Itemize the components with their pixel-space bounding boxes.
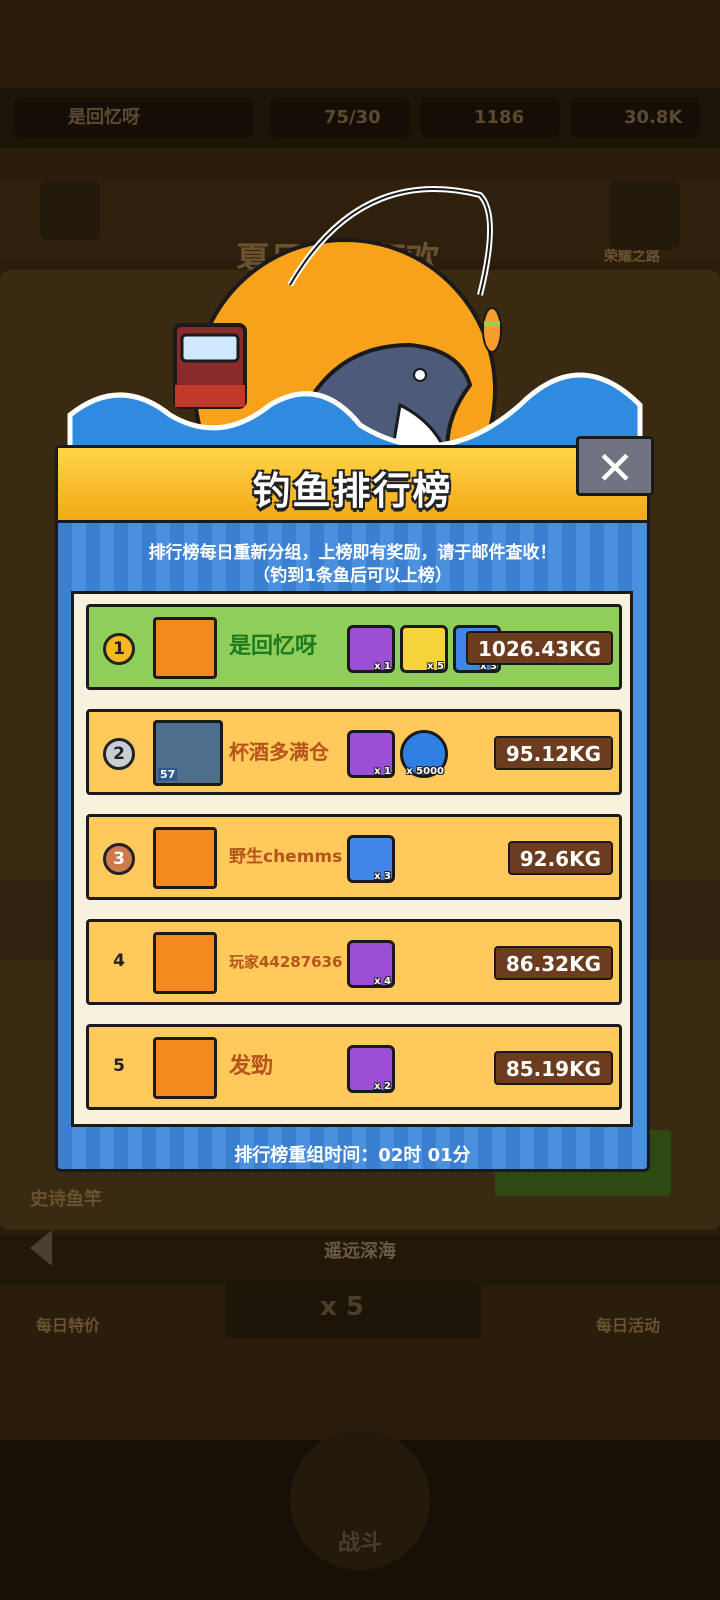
panel-title-banner: 钓鱼排行榜: [58, 448, 647, 523]
bait-count: x 5: [320, 1292, 364, 1322]
player-name: 玩家44287636: [229, 953, 343, 971]
daily-deal-label[interactable]: 每日特价: [36, 1312, 100, 1336]
reset-timer: 排行榜重组时间：02时 01分: [234, 1145, 471, 1166]
leaderboard-panel: 钓鱼排行榜 排行榜每日重新分组，上榜即有奖励，请于邮件查收！ （钓到1条鱼后可以…: [55, 445, 650, 1172]
rod-label: 史诗鱼竿: [30, 1189, 102, 1210]
lure-icon: [482, 307, 502, 353]
rank-number: 5: [113, 1056, 125, 1076]
rank-badge: 1: [103, 633, 135, 665]
level-badge: 57: [158, 768, 178, 781]
rank-badge: 3: [103, 843, 135, 875]
rank-number: 4: [113, 951, 125, 971]
notice-line-2: （钓到1条鱼后可以上榜）: [253, 566, 452, 586]
notice-line-1: 排行榜每日重新分组，上榜即有奖励，请于邮件查收！: [148, 543, 557, 563]
currency-b-chip: 30.8K: [570, 98, 700, 138]
purple-chest-icon[interactable]: x 1: [347, 730, 395, 778]
stamina-chip: 75/30: [270, 98, 410, 138]
avatar[interactable]: [153, 932, 217, 994]
fishing-illustration: [67, 186, 643, 475]
leaderboard-row-4[interactable]: 4 玩家44287636 x 4 86.32KG: [86, 919, 622, 1005]
player-chip: 是回忆呀: [14, 98, 254, 138]
leaderboard-row-3[interactable]: 3 野生chemms x 3 92.6KG: [86, 814, 622, 900]
pirate-avatar[interactable]: 57: [153, 720, 223, 786]
avatar[interactable]: [153, 827, 217, 889]
location-label: 遥远深海: [324, 1241, 396, 1262]
player-name: 发勁: [229, 1054, 274, 1079]
leaderboard-row-2[interactable]: 2 57 杯酒多满仓 x 1 x 5000 95.12KG: [86, 709, 622, 795]
avatar[interactable]: [153, 1037, 217, 1099]
blue-chest-icon[interactable]: x 3: [347, 835, 395, 883]
catch-weight: 95.12KG: [493, 736, 613, 770]
leaderboard-list: 1 是回忆呀 x 1 x 5 x 3 1026.43KG 2 57 杯酒多满仓 …: [71, 591, 633, 1127]
catch-weight: 85.19KG: [493, 1051, 613, 1085]
key-icon[interactable]: x 5: [400, 625, 448, 673]
prev-location-icon[interactable]: [30, 1230, 52, 1266]
player-name: 杯酒多满仓: [229, 740, 329, 764]
battle-label[interactable]: 战斗: [338, 1525, 382, 1557]
gold-coin-icon[interactable]: x 5000: [400, 730, 448, 778]
close-button[interactable]: ✕: [576, 436, 654, 496]
daily-event-label[interactable]: 每日活动: [596, 1312, 660, 1336]
fisherman-icon: [173, 323, 247, 409]
currency-a-chip: 1186: [420, 98, 560, 138]
leaderboard-row-1[interactable]: 1 是回忆呀 x 1 x 5 x 3 1026.43KG: [86, 604, 622, 690]
player-name: 是回忆呀: [229, 634, 318, 659]
player-name: 野生chemms: [229, 847, 343, 867]
catch-weight: 1026.43KG: [465, 631, 613, 665]
avatar[interactable]: [153, 617, 217, 679]
fish-lure-icon[interactable]: x 4: [347, 940, 395, 988]
fish-lure-icon[interactable]: x 2: [347, 1045, 395, 1093]
catch-weight: 86.32KG: [493, 946, 613, 980]
leaderboard-row-5[interactable]: 5 发勁 x 2 85.19KG: [86, 1024, 622, 1110]
catch-weight: 92.6KG: [507, 841, 613, 875]
rank-badge: 2: [103, 738, 135, 770]
panel-title: 钓鱼排行榜: [252, 469, 453, 513]
purple-chest-icon[interactable]: x 1: [347, 625, 395, 673]
